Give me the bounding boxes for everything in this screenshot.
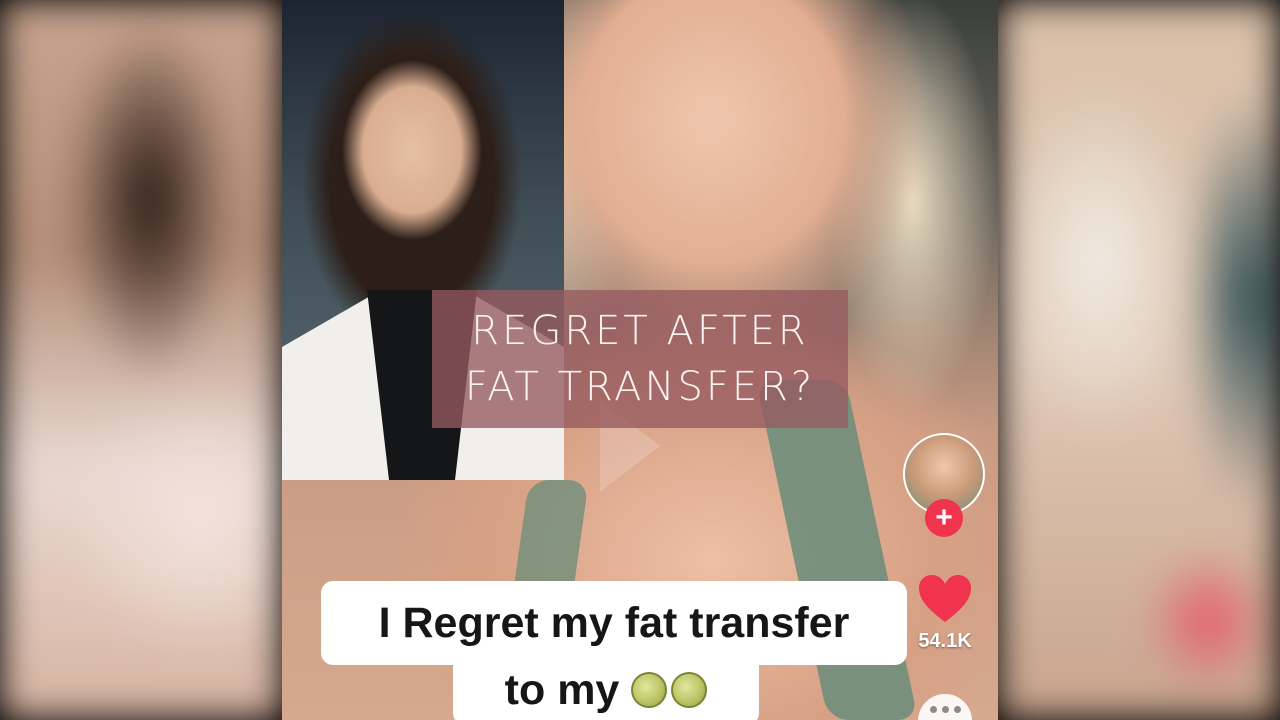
dot (929, 706, 937, 713)
blurred-background-right (998, 0, 1280, 720)
like-count: 54.1K (918, 630, 972, 652)
caption-line-2-text: to my (504, 665, 620, 714)
video-detail (755, 380, 919, 720)
heart-icon[interactable] (917, 574, 973, 624)
melon-emoji-icon (631, 672, 708, 708)
dot (941, 706, 949, 713)
title-line-2: FAT TRANSFER? (464, 364, 816, 410)
follow-plus-icon[interactable]: + (925, 499, 963, 537)
melon-icon (671, 672, 708, 708)
title-overlay: REGRET AFTER FAT TRANSFER? (432, 290, 848, 428)
melon-icon (631, 672, 668, 708)
blurred-background-left (0, 0, 282, 720)
dot (953, 706, 961, 713)
caption-line-1: I Regret my fat transfer (321, 581, 907, 665)
caption-line-2: to my (453, 655, 759, 720)
title-line-1: REGRET AFTER (471, 308, 809, 354)
